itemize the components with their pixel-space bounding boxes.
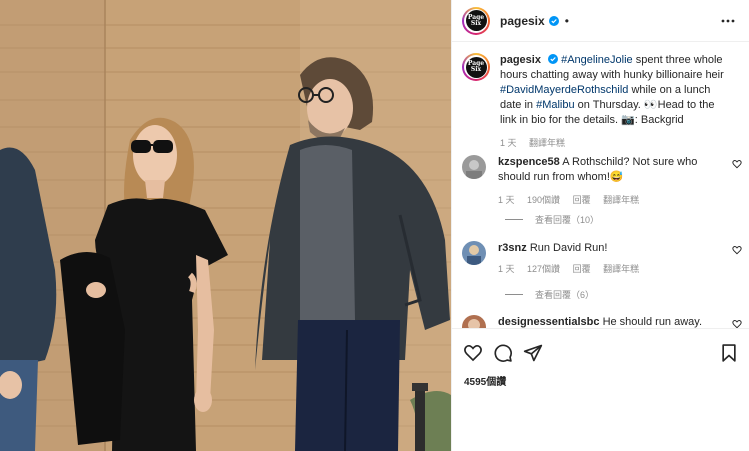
replies-divider-line (505, 219, 523, 220)
commenter-avatar[interactable] (462, 241, 486, 265)
replies-divider-line (505, 294, 523, 295)
view-replies-link[interactable]: 查看回覆（6） (505, 288, 594, 301)
translate-link[interactable]: 翻譯年糕 (603, 195, 639, 205)
comment-item: designessentialsbc He should run away. W… (462, 315, 742, 328)
comment-age: 1 天 (498, 264, 515, 274)
translate-link[interactable]: 翻譯年糕 (603, 264, 639, 274)
post-caption: Page Six pagesix #AngelineJolie spent th… (462, 53, 742, 151)
comment-like-heart-icon[interactable] (732, 319, 742, 328)
more-options-icon[interactable] (720, 13, 736, 29)
caption-avatar[interactable]: Page Six (462, 53, 490, 81)
post-side-panel: Page Six pagesix • Page Six pagesix #Ang… (451, 0, 749, 451)
bookmark-icon[interactable] (719, 343, 739, 363)
reply-button[interactable]: 回覆 (573, 264, 591, 274)
comment-username[interactable]: designessentialsbc (498, 316, 600, 328)
post-like-count[interactable]: 4595個讚 (464, 373, 506, 388)
caption-age: 1 天 (500, 138, 517, 148)
comment-item: kzspence58 A Rothschild? Not sure who sh… (462, 155, 742, 208)
verified-badge-icon (548, 54, 559, 64)
caption-meta: 1 天 翻譯年糕 (500, 136, 732, 151)
commenter-avatar[interactable] (462, 315, 486, 328)
comment-likes[interactable]: 190個讚 (527, 195, 560, 205)
page-six-logo: Page Six (465, 56, 487, 78)
comment-meta: 1 天 190個讚 回覆 翻譯年糕 (498, 193, 718, 208)
hashtag-link[interactable]: #AngelineJolie (561, 54, 633, 66)
caption-username[interactable]: pagesix (500, 54, 541, 66)
comment-likes[interactable]: 127個讚 (527, 264, 560, 274)
page-six-logo: Page Six (465, 10, 487, 31)
comment-icon[interactable] (493, 343, 513, 363)
comment-age: 1 天 (498, 195, 515, 205)
view-replies-label[interactable]: 查看回覆（6） (535, 288, 594, 301)
photo-scene (0, 0, 451, 451)
instagram-post-view: Page Six pagesix • Page Six pagesix #Ang… (0, 0, 749, 451)
comment-like-heart-icon[interactable] (732, 159, 742, 169)
comment-username[interactable]: kzspence58 (498, 156, 560, 168)
hashtag-link[interactable]: #DavidMayerdeRothschild (500, 84, 628, 96)
post-photo (0, 0, 451, 451)
comment-text: Run David Run! (529, 242, 608, 254)
account-username[interactable]: pagesix (500, 14, 545, 28)
comment-meta: 1 天 127個讚 回覆 翻譯年糕 (498, 262, 718, 277)
verified-badge-icon (548, 15, 559, 26)
translate-link[interactable]: 翻譯年糕 (529, 138, 565, 148)
commenter-avatar[interactable] (462, 155, 486, 179)
comment-item: r3snz Run David Run! 1 天 127個讚 回覆 翻譯年糕 (462, 241, 742, 277)
reply-button[interactable]: 回覆 (573, 195, 591, 205)
hashtag-link[interactable]: #Malibu (536, 99, 575, 111)
comment-username[interactable]: r3snz (498, 242, 527, 254)
share-icon[interactable] (523, 343, 543, 363)
post-action-bar: 4595個讚 (452, 328, 749, 451)
view-replies-link[interactable]: 查看回覆（10） (505, 213, 599, 226)
header-dot-separator: • (564, 13, 569, 28)
post-header: Page Six pagesix • (452, 0, 749, 42)
comment-like-heart-icon[interactable] (732, 245, 742, 255)
comments-scroll-area[interactable]: Page Six pagesix #AngelineJolie spent th… (452, 43, 749, 328)
account-avatar[interactable]: Page Six (462, 6, 490, 35)
heart-icon[interactable] (463, 343, 483, 363)
view-replies-label[interactable]: 查看回覆（10） (535, 213, 599, 226)
